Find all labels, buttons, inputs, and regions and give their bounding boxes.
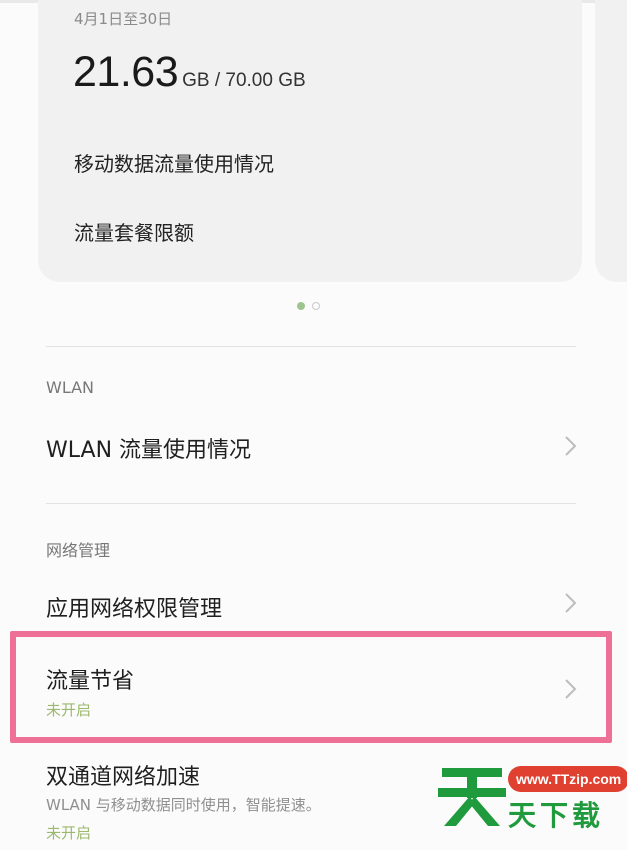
section-header-wlan: WLAN (46, 378, 95, 397)
next-card-peek[interactable] (595, 0, 627, 282)
dual-channel-title: 双通道网络加速 (46, 765, 201, 790)
data-plan-limit-link[interactable]: 流量套餐限额 (74, 217, 194, 246)
app-network-permissions-title: 应用网络权限管理 (46, 597, 223, 622)
billing-period: 4月1日至30日 (74, 10, 173, 28)
watermark-logo (438, 768, 506, 826)
highlight-box (10, 631, 612, 743)
watermark-url: www.TTzip.com (508, 766, 627, 792)
page-dot-active (297, 302, 305, 310)
page-dot-inactive (312, 302, 320, 310)
chevron-right-icon (565, 593, 577, 613)
section-header-network: 网络管理 (46, 541, 111, 560)
dual-channel-subtitle: WLAN 与移动数据同时使用，智能提速。 (46, 796, 321, 814)
divider (46, 346, 576, 347)
data-usage-amount: 21.63 GB / 70.00 GB (73, 48, 306, 97)
wlan-usage-title: WLAN 流量使用情况 (46, 438, 252, 463)
used-unit: GB / 70.00 GB (182, 70, 306, 91)
dual-channel-status: 未开启 (46, 824, 92, 842)
chevron-right-icon (565, 436, 577, 456)
page-indicator (297, 302, 327, 314)
watermark: www.TTzip.com 天下载 (436, 758, 627, 832)
used-value: 21.63 (73, 48, 179, 96)
mobile-data-usage-link[interactable]: 移动数据流量使用情况 (74, 148, 274, 177)
divider (46, 503, 576, 504)
watermark-text: 天下载 (508, 799, 605, 832)
